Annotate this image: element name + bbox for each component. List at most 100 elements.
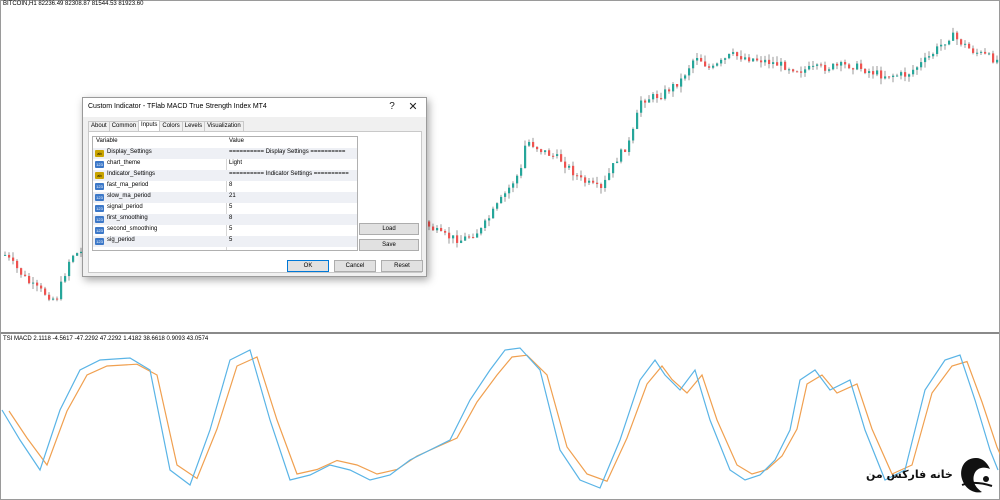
candle-body: [452, 235, 455, 239]
logo-text: خانه فارکس من: [866, 468, 953, 481]
candle-body: [544, 150, 547, 153]
candle-body: [756, 58, 759, 61]
reset-button[interactable]: Reset: [381, 260, 423, 272]
candle-body: [548, 150, 551, 156]
number-type-icon: 123: [95, 183, 104, 190]
row-variable: second_smoothing: [107, 226, 158, 232]
candle-body: [684, 75, 687, 79]
candle-body: [460, 240, 463, 243]
candle-body: [488, 218, 491, 221]
candle-body: [960, 39, 963, 45]
candle-body: [748, 57, 751, 62]
candle-body: [836, 63, 839, 66]
candle-body: [32, 282, 35, 284]
candle-body: [688, 68, 691, 76]
candle-body: [524, 145, 527, 169]
row-value[interactable]: ========== Indicator Settings ==========: [229, 171, 349, 177]
candle-body: [724, 58, 727, 60]
candle-body: [984, 51, 987, 54]
candle-body: [980, 51, 983, 53]
candle-body: [884, 76, 887, 79]
table-row[interactable]: 123 signal_period 5: [93, 203, 357, 214]
candle-body: [56, 298, 59, 300]
candle-body: [444, 231, 447, 233]
tsi-main-line: [1, 347, 999, 489]
row-value[interactable]: 21: [229, 193, 236, 199]
candle-body: [40, 285, 43, 289]
candle-body: [804, 69, 807, 73]
close-icon[interactable]: ✕: [405, 99, 421, 115]
candle-body: [728, 53, 731, 59]
row-variable: slow_ma_period: [107, 193, 151, 199]
candle-body: [832, 63, 835, 70]
candle-body: [824, 64, 827, 71]
row-value[interactable]: 8: [229, 215, 232, 221]
candle-body: [504, 193, 507, 197]
table-row[interactable]: 123 slow_ma_period 21: [93, 192, 357, 203]
table-row[interactable]: ab Display_Settings ========== Display S…: [93, 148, 357, 159]
candle-body: [944, 44, 947, 46]
candle-body: [484, 220, 487, 228]
candle-body: [952, 32, 955, 41]
candle-body: [64, 276, 67, 282]
number-type-icon: 123: [95, 216, 104, 223]
candle-body: [60, 281, 63, 300]
candle-body: [76, 253, 79, 256]
candle-body: [436, 228, 439, 231]
candle-body: [768, 59, 771, 65]
candle-body: [736, 52, 739, 57]
tsi-chart-label: TSI MACD 2.1118 -4.5617 -47.2292 47.2292…: [3, 336, 209, 342]
table-header: Variable Value: [93, 137, 357, 148]
candle-body: [664, 89, 667, 99]
candle-body: [448, 232, 451, 239]
row-variable: chart_theme: [107, 160, 141, 166]
row-value[interactable]: 5: [229, 204, 232, 210]
candle-body: [908, 74, 911, 77]
row-value[interactable]: 5: [229, 237, 232, 243]
string-type-icon: ab: [95, 150, 104, 157]
save-button[interactable]: Save: [359, 239, 419, 251]
candle-body: [700, 58, 703, 62]
row-value[interactable]: ========== Display Settings ==========: [229, 149, 345, 155]
row-value[interactable]: 5: [229, 226, 232, 232]
candle-body: [464, 236, 467, 241]
candle-body: [36, 282, 39, 286]
row-value[interactable]: 8: [229, 182, 232, 188]
candle-body: [652, 94, 655, 100]
candle-body: [476, 233, 479, 238]
row-variable: signal_period: [107, 204, 143, 210]
table-row[interactable]: 123 sig_period 5: [93, 236, 357, 247]
candle-body: [720, 59, 723, 64]
candle-body: [596, 182, 599, 185]
candle-body: [716, 63, 719, 66]
candle-body: [996, 59, 999, 63]
candle-body: [712, 65, 715, 68]
candle-body: [468, 236, 471, 238]
candle-body: [672, 83, 675, 92]
candle-body: [600, 184, 603, 188]
candle-body: [668, 89, 671, 92]
candle-body: [632, 128, 635, 141]
candle-body: [708, 66, 711, 68]
table-row[interactable]: 123 first_smoothing 8: [93, 214, 357, 225]
candle-body: [624, 149, 627, 152]
help-button[interactable]: ?: [384, 99, 400, 115]
dialog-titlebar[interactable]: Custom Indicator - TFlab MACD True Stren…: [83, 98, 426, 117]
table-row[interactable]: 123 fast_ma_period 8: [93, 181, 357, 192]
row-variable: sig_period: [107, 237, 135, 243]
candle-body: [636, 112, 639, 129]
candle-body: [828, 69, 831, 71]
table-row[interactable]: 123 chart_theme Light: [93, 159, 357, 170]
table-row[interactable]: 123 second_smoothing 5: [93, 225, 357, 236]
cancel-button[interactable]: Cancel: [334, 260, 376, 272]
candle-body: [992, 53, 995, 63]
candle-body: [972, 48, 975, 53]
candle-body: [856, 63, 859, 70]
load-button[interactable]: Load: [359, 223, 419, 235]
ok-button[interactable]: OK: [287, 260, 329, 272]
candle-body: [892, 75, 895, 78]
row-value[interactable]: Light: [229, 160, 242, 166]
table-row[interactable]: ab Indicator_Settings ========== Indicat…: [93, 170, 357, 181]
candle-body: [808, 65, 811, 70]
candle-body: [28, 275, 31, 284]
